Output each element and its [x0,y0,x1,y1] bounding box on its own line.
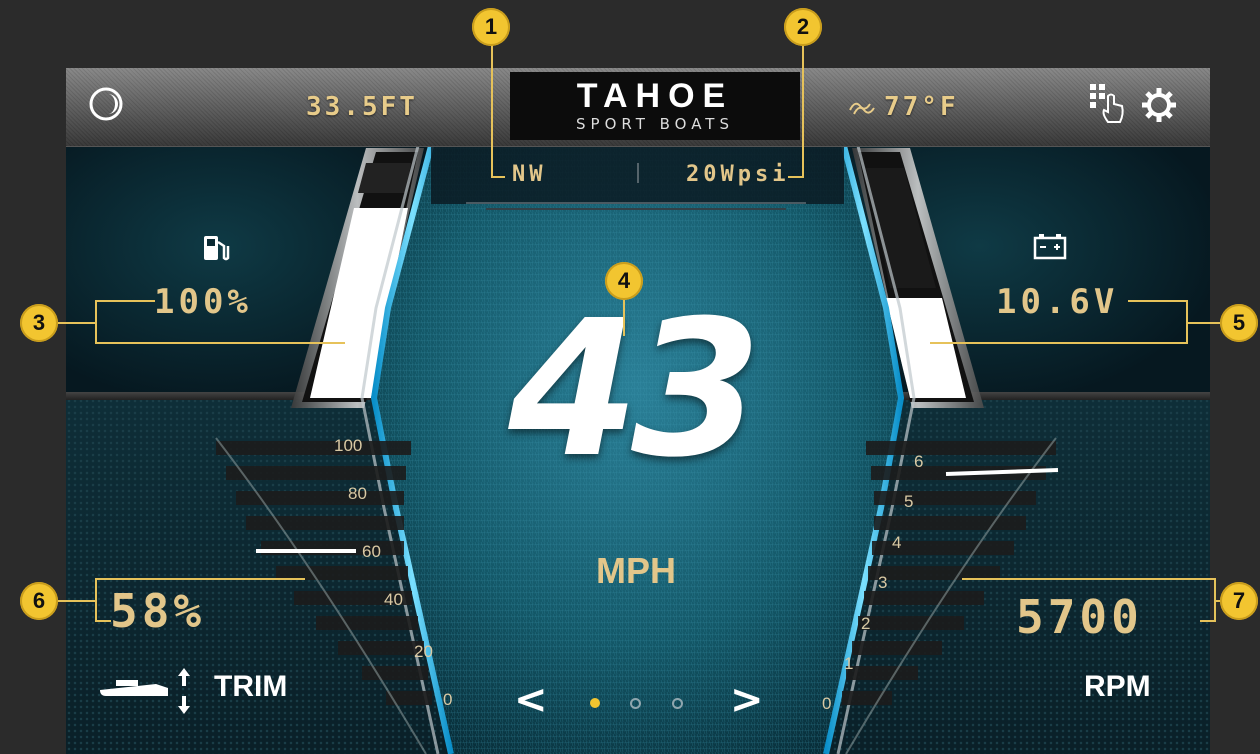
water-temp-readout: 77°F [884,92,959,122]
rpm-tick: 6 [914,452,924,471]
trim-readout: 58% [110,584,206,638]
callout-4: 4 [605,262,643,300]
settings-gear-icon[interactable] [1140,86,1178,124]
rpm-tick: 0 [822,694,832,713]
night-mode-icon[interactable] [88,86,124,122]
rpm-tick: 5 [904,492,914,511]
battery-readout: 10.6V [996,282,1119,322]
callout-5: 5 [1220,304,1258,342]
speed-readout: 43 [508,280,762,499]
prev-page-button[interactable]: < [514,680,548,720]
brand-name: TAHOE [576,77,734,115]
water-temp-icon [849,102,875,115]
rpm-tick: 3 [878,573,888,592]
callout-7: 7 [1220,582,1258,620]
callout-6: 6 [20,582,58,620]
pager-dot[interactable] [630,698,641,709]
callout-3: 3 [20,304,58,342]
trim-tick: 20 [414,642,433,661]
dashboard-screen: 33.5FT TAHOE SPORT BOATS 77°F NW 20Wpsi … [66,68,1210,754]
fuel-readout: 100% [154,282,252,322]
trim-tick: 80 [348,484,367,503]
brand-logo: TAHOE SPORT BOATS [510,72,800,140]
brand-sub: SPORT BOATS [576,115,734,133]
trim-tick: 100 [334,436,363,455]
callout-2: 2 [784,8,822,46]
battery-icon [1033,234,1067,260]
fuel-pump-icon [204,236,230,261]
top-bar: 33.5FT TAHOE SPORT BOATS 77°F [66,68,1210,147]
touch-menu-icon[interactable] [1088,82,1128,126]
rpm-readout: 5700 [1016,590,1143,644]
next-page-button[interactable]: > [730,680,764,720]
trim-tick: 0 [443,690,453,709]
callout-1: 1 [472,8,510,46]
depth-readout: 33.5FT [306,92,418,122]
trim-label: TRIM [214,670,288,703]
pager-dot-active[interactable] [590,698,600,708]
boat-trim-icon [100,668,190,714]
speed-unit: MPH [596,550,676,591]
rpm-tick: 4 [892,533,902,552]
heading-direction: NW [512,162,547,187]
trim-tick: 60 [362,542,381,561]
pressure-readout: 20Wpsi [686,162,790,187]
pager-dot[interactable] [672,698,683,709]
rpm-tick: 1 [844,654,854,673]
heading-separator [637,163,639,183]
rpm-tick: 2 [861,614,871,633]
rpm-label: RPM [1084,670,1151,703]
trim-tick: 40 [384,590,403,609]
